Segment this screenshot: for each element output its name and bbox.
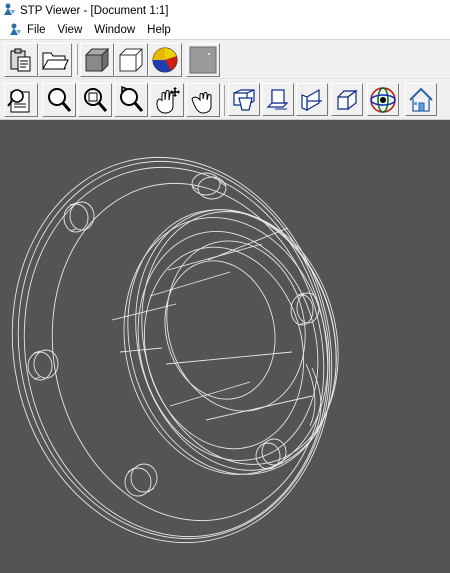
color-wheel-icon	[151, 46, 179, 74]
wireframe-model	[11, 156, 339, 544]
pan-button[interactable]	[150, 83, 184, 117]
orbit-icon	[369, 86, 397, 114]
zoom-window-button[interactable]	[78, 83, 112, 117]
open-button[interactable]	[38, 43, 72, 77]
document-icon[interactable]	[8, 22, 22, 39]
model-viewport[interactable]	[0, 120, 450, 573]
view-iso-icon	[334, 87, 360, 113]
blank-swatch-icon	[189, 46, 217, 74]
home-view-button[interactable]	[405, 83, 437, 116]
toolbar-separator	[222, 85, 225, 116]
view-side-button[interactable]	[296, 83, 328, 116]
grab-hand-icon	[189, 86, 217, 114]
app-icon	[2, 2, 16, 19]
zoom-window-icon	[81, 86, 109, 114]
view-toolbar	[0, 78, 450, 120]
menu-bar: File View Window Help	[0, 21, 450, 39]
menu-view[interactable]: View	[52, 21, 89, 39]
paste-button[interactable]	[4, 43, 38, 77]
menu-file[interactable]: File	[22, 21, 52, 39]
window-title: STP Viewer - [Document 1:1]	[20, 4, 169, 17]
swatch-button[interactable]	[186, 43, 220, 77]
wireframe-view-button[interactable]	[114, 43, 148, 77]
pan-hand-icon	[153, 86, 181, 114]
view-front-icon	[231, 87, 257, 113]
view-side-icon	[299, 87, 325, 113]
home-view-icon	[407, 86, 435, 114]
view-front-button[interactable]	[228, 83, 260, 116]
orbit-button[interactable]	[367, 83, 399, 116]
print-preview-button[interactable]	[4, 83, 38, 117]
zoom-icon	[45, 86, 73, 114]
grab-button[interactable]	[186, 83, 220, 117]
file-toolbar	[0, 39, 450, 78]
view-top-button[interactable]	[262, 83, 294, 116]
wireframe-box-icon	[117, 46, 145, 74]
zoom-button[interactable]	[42, 83, 76, 117]
solid-box-icon	[83, 46, 111, 74]
color-button[interactable]	[148, 43, 182, 77]
rotate-zoom-icon	[117, 86, 145, 114]
menu-help[interactable]: Help	[141, 21, 177, 39]
view-iso-button[interactable]	[331, 83, 363, 116]
solid-view-button[interactable]	[80, 43, 114, 77]
title-bar: STP Viewer - [Document 1:1]	[0, 0, 450, 21]
paste-icon	[8, 47, 34, 73]
toolbar-separator	[75, 44, 78, 75]
view-top-icon	[265, 87, 291, 113]
menu-window[interactable]: Window	[88, 21, 141, 39]
open-folder-icon	[41, 48, 69, 72]
print-preview-icon	[7, 86, 35, 114]
rotate-zoom-button[interactable]	[114, 83, 148, 117]
